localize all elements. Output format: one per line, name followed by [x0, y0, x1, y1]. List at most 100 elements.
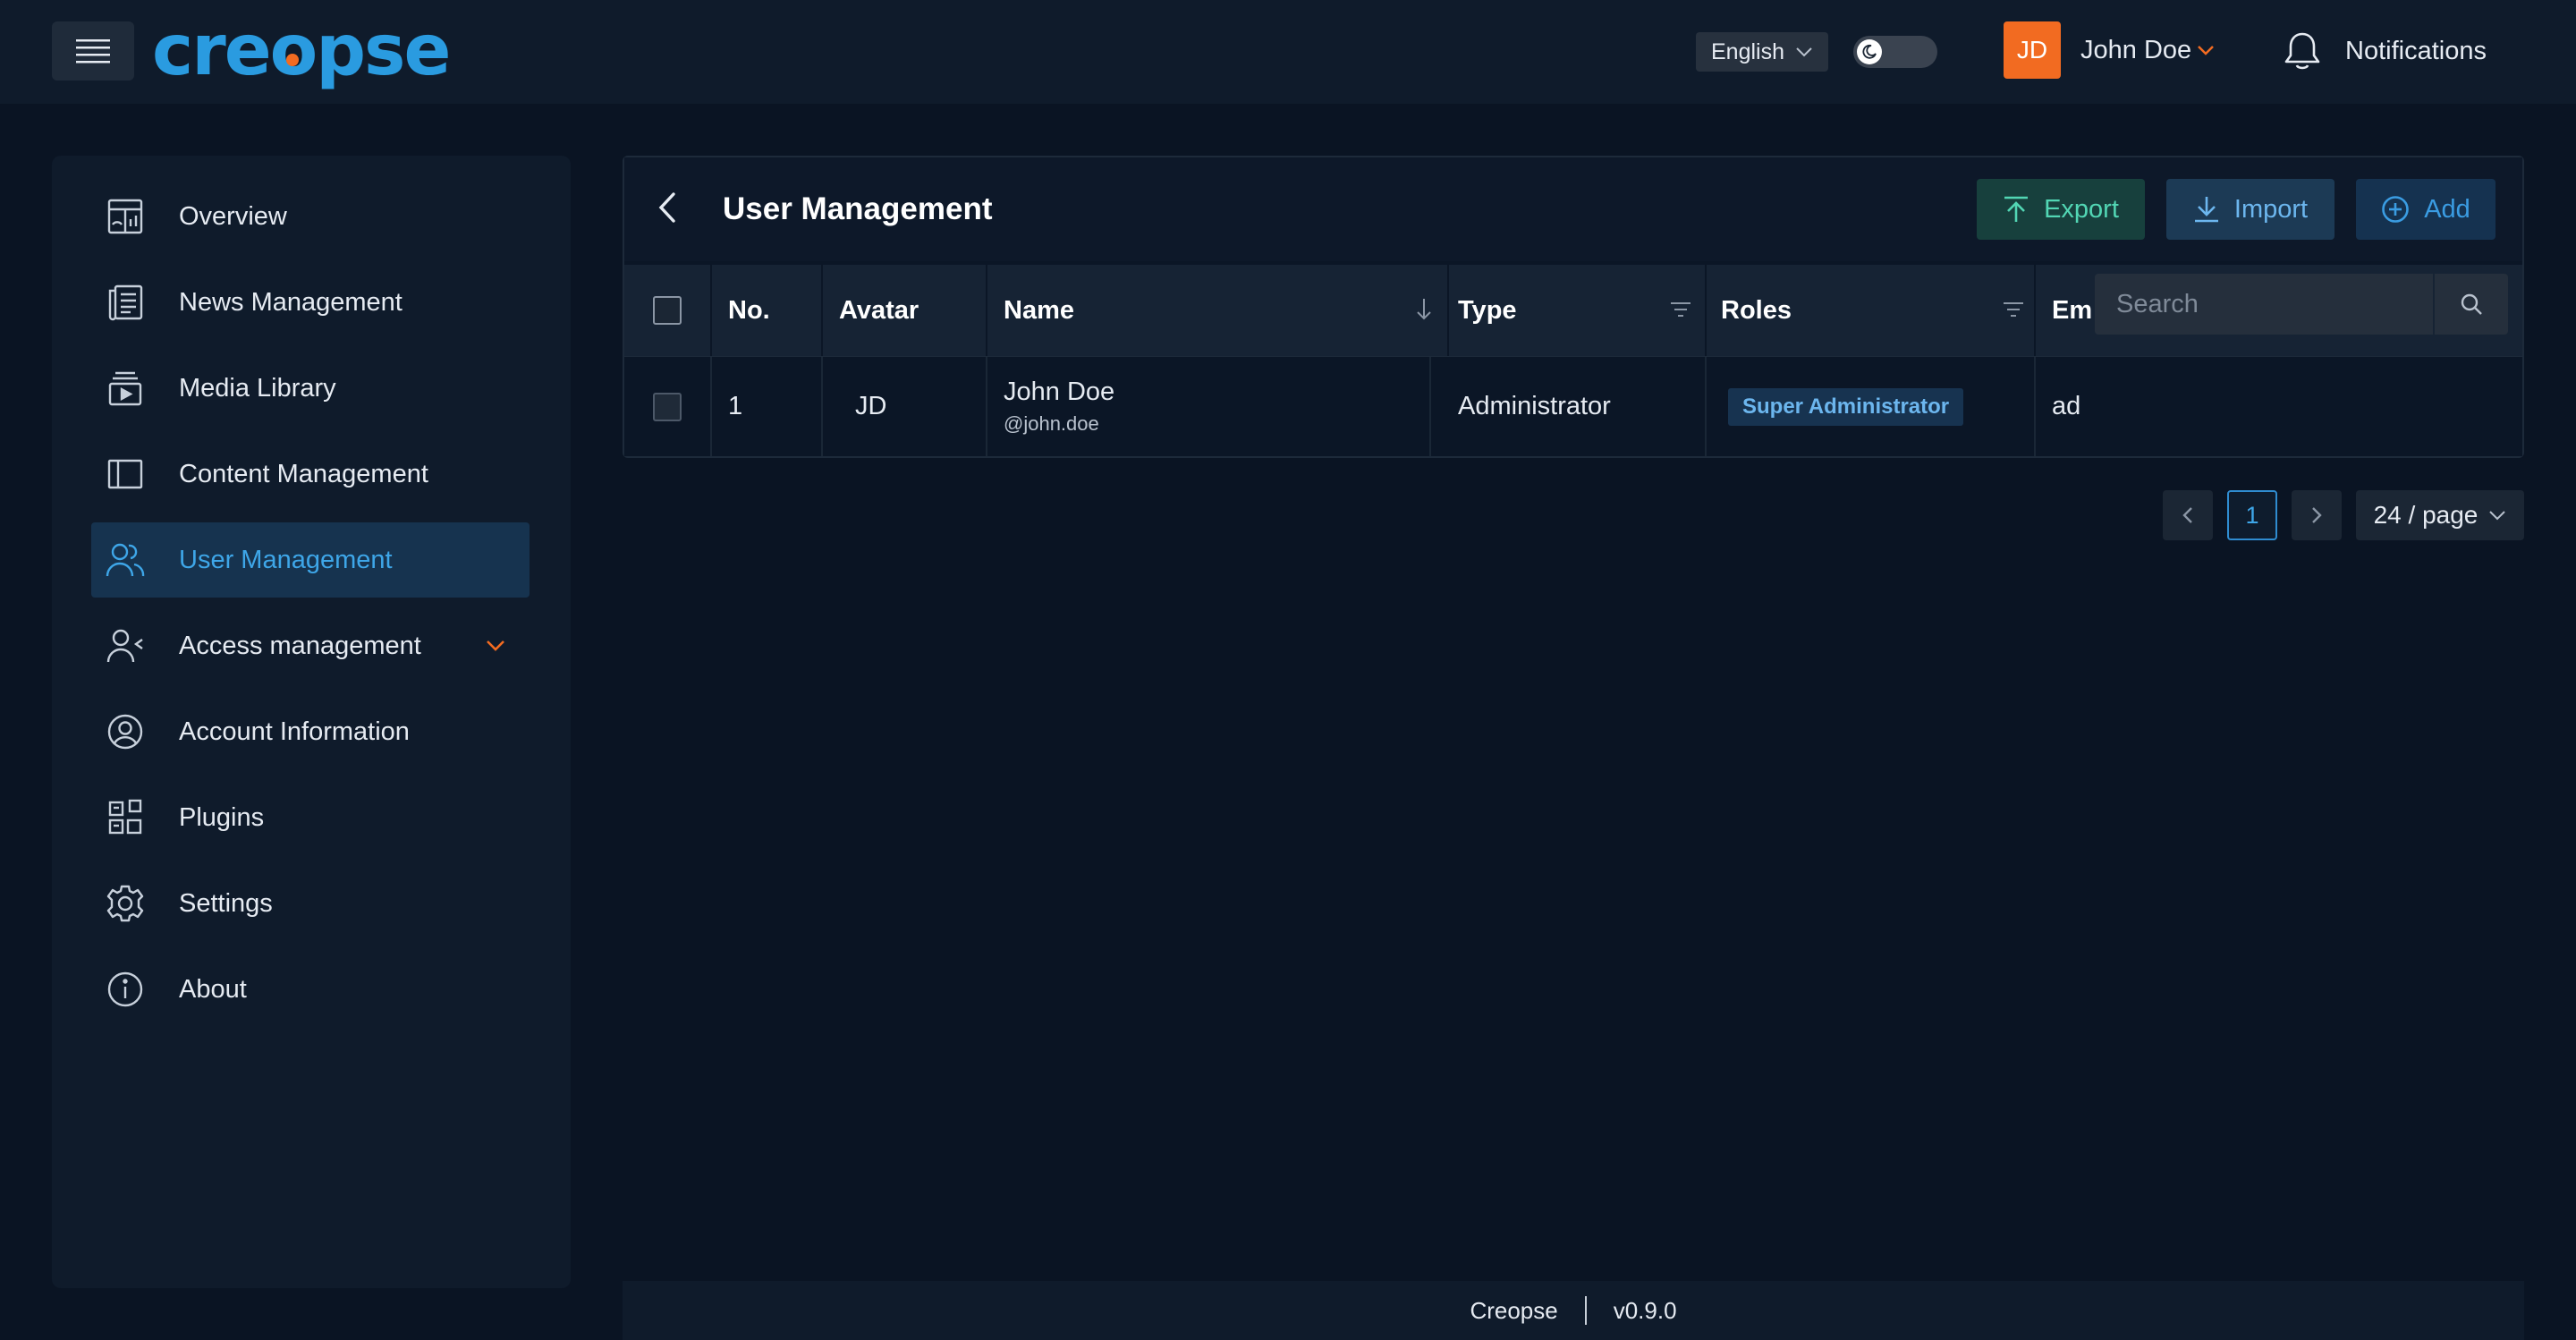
- filter-icon[interactable]: [1669, 301, 1692, 318]
- sidebar-item-news-management[interactable]: News Management: [91, 265, 530, 340]
- column-divider: [710, 357, 712, 456]
- back-button[interactable]: [648, 188, 687, 227]
- row-checkbox[interactable]: [653, 392, 682, 421]
- import-label: Import: [2233, 194, 2309, 224]
- language-value: English: [1711, 38, 1784, 64]
- user-avatar: JD: [2004, 21, 2061, 79]
- column-divider: [2034, 265, 2036, 356]
- brand-logo[interactable]: creopse: [152, 13, 451, 89]
- sidebar-item-label: Settings: [179, 888, 273, 918]
- user-access-icon: [106, 626, 145, 666]
- download-icon: [2194, 197, 2218, 223]
- add-user-button[interactable]: Add: [2356, 179, 2496, 240]
- sidebar-item-label: Plugins: [179, 802, 265, 832]
- notifications-label: Notifications: [2345, 36, 2487, 65]
- page-size-value: 24 / page: [2373, 501, 2479, 529]
- export-label: Export: [2044, 194, 2119, 224]
- sidebar-item-plugins[interactable]: Plugins: [91, 780, 530, 855]
- column-divider: [821, 265, 823, 356]
- column-header-roles: Roles: [1721, 295, 1792, 325]
- column-roles[interactable]: Roles: [1721, 265, 2025, 356]
- add-label: Add: [2424, 194, 2470, 224]
- news-icon: [106, 283, 145, 322]
- users-icon: [106, 540, 145, 580]
- select-all-checkbox[interactable]: [653, 296, 682, 325]
- sidebar-item-user-management[interactable]: User Management: [91, 522, 530, 598]
- search-icon: [2461, 293, 2482, 315]
- footer-divider: [1584, 1296, 1587, 1325]
- sidebar-item-about[interactable]: About: [91, 952, 530, 1027]
- notifications-button[interactable]: Notifications: [2283, 27, 2487, 75]
- role-badge: Super Administrator: [1728, 387, 1964, 426]
- sidebar-item-label: Account Information: [179, 717, 410, 746]
- column-header-avatar: Avatar: [839, 295, 919, 325]
- user-name: John Doe: [2080, 35, 2192, 64]
- search-field[interactable]: [2095, 274, 2433, 335]
- upload-icon: [2004, 196, 2029, 222]
- account-icon: [106, 712, 145, 751]
- sidebar-item-settings[interactable]: Settings: [91, 866, 530, 941]
- cell-name: John Doe @john.doe: [1004, 357, 1114, 456]
- sidebar-item-access-management[interactable]: Access management: [91, 608, 530, 683]
- sidebar-item-label: Access management: [179, 631, 421, 660]
- filter-icon[interactable]: [2002, 301, 2025, 318]
- user-full-name: John Doe: [1004, 377, 1115, 406]
- footer-version: v0.9.0: [1613, 1296, 1677, 1324]
- search-button[interactable]: [2435, 274, 2508, 335]
- chevron-left-icon: [658, 192, 675, 223]
- sidebar-item-label: Overview: [179, 201, 287, 231]
- page-footer: Creopse v0.9.0: [623, 1281, 2524, 1340]
- hamburger-icon: [76, 39, 110, 64]
- bell-icon: [2284, 32, 2320, 70]
- row-select-cell: [653, 357, 682, 456]
- column-header-name: Name: [1004, 295, 1074, 325]
- sidebar-item-label: Media Library: [179, 373, 336, 403]
- page-number-current[interactable]: 1: [2227, 490, 2277, 540]
- import-button[interactable]: Import: [2166, 179, 2334, 240]
- sidebar-item-overview[interactable]: Overview: [91, 179, 530, 254]
- cell-type: Administrator: [1445, 357, 1611, 456]
- user-type: Administrator: [1458, 392, 1611, 420]
- table-header: No. Avatar Name Type Roles Em Search: [624, 265, 2522, 356]
- prev-page-button[interactable]: [2163, 490, 2213, 540]
- card-header: User Management Export Import Add: [624, 157, 2522, 261]
- sidebar-item-label: Content Management: [179, 459, 428, 488]
- column-divider: [1705, 265, 1707, 356]
- select-all-cell: [653, 265, 682, 356]
- sidebar-item-label: User Management: [179, 545, 393, 574]
- menu-toggle-button[interactable]: [52, 21, 134, 81]
- column-divider: [710, 265, 712, 356]
- plugins-icon: [106, 798, 145, 837]
- chevron-down-icon: [1796, 47, 1812, 57]
- column-type[interactable]: Type: [1445, 265, 1692, 356]
- export-button[interactable]: Export: [1977, 179, 2145, 240]
- language-select[interactable]: English: [1696, 32, 1828, 72]
- next-page-button[interactable]: [2292, 490, 2342, 540]
- column-header-type: Type: [1458, 295, 1517, 325]
- user-handle: @john.doe: [1004, 412, 1099, 435]
- user-email: ad: [2052, 392, 2081, 420]
- sidebar: Overview News Management Media Library C…: [52, 156, 571, 1288]
- sidebar-item-content-management[interactable]: Content Management: [91, 437, 530, 512]
- sort-arrow-down-icon[interactable]: [1415, 297, 1433, 322]
- search-input[interactable]: [2116, 289, 2433, 319]
- user-menu[interactable]: JD John Doe: [2004, 21, 2215, 79]
- column-divider: [1429, 357, 1431, 456]
- page-size-select[interactable]: 24 / page: [2356, 490, 2524, 540]
- sidebar-item-label: News Management: [179, 287, 402, 317]
- theme-toggle[interactable]: [1853, 36, 1937, 68]
- footer-app-name: Creopse: [1470, 1296, 1558, 1324]
- moon-icon: [1862, 44, 1877, 59]
- column-header-email: Em: [2052, 295, 2093, 325]
- user-management-card: User Management Export Import Add No. Av…: [623, 156, 2524, 458]
- chevron-right-icon: [2312, 507, 2322, 523]
- chevron-down-icon[interactable]: [481, 632, 510, 660]
- sidebar-item-media-library[interactable]: Media Library: [91, 351, 530, 426]
- chevron-down-icon: [2198, 46, 2215, 55]
- column-divider: [1705, 357, 1707, 456]
- gear-icon: [106, 884, 145, 923]
- top-header: creopse English JD John Doe Notification…: [0, 0, 2576, 104]
- table-row[interactable]: 1 JD John Doe @john.doe Administrator Su…: [624, 356, 2522, 456]
- sidebar-item-account-information[interactable]: Account Information: [91, 694, 530, 769]
- column-name[interactable]: Name: [1004, 265, 1433, 356]
